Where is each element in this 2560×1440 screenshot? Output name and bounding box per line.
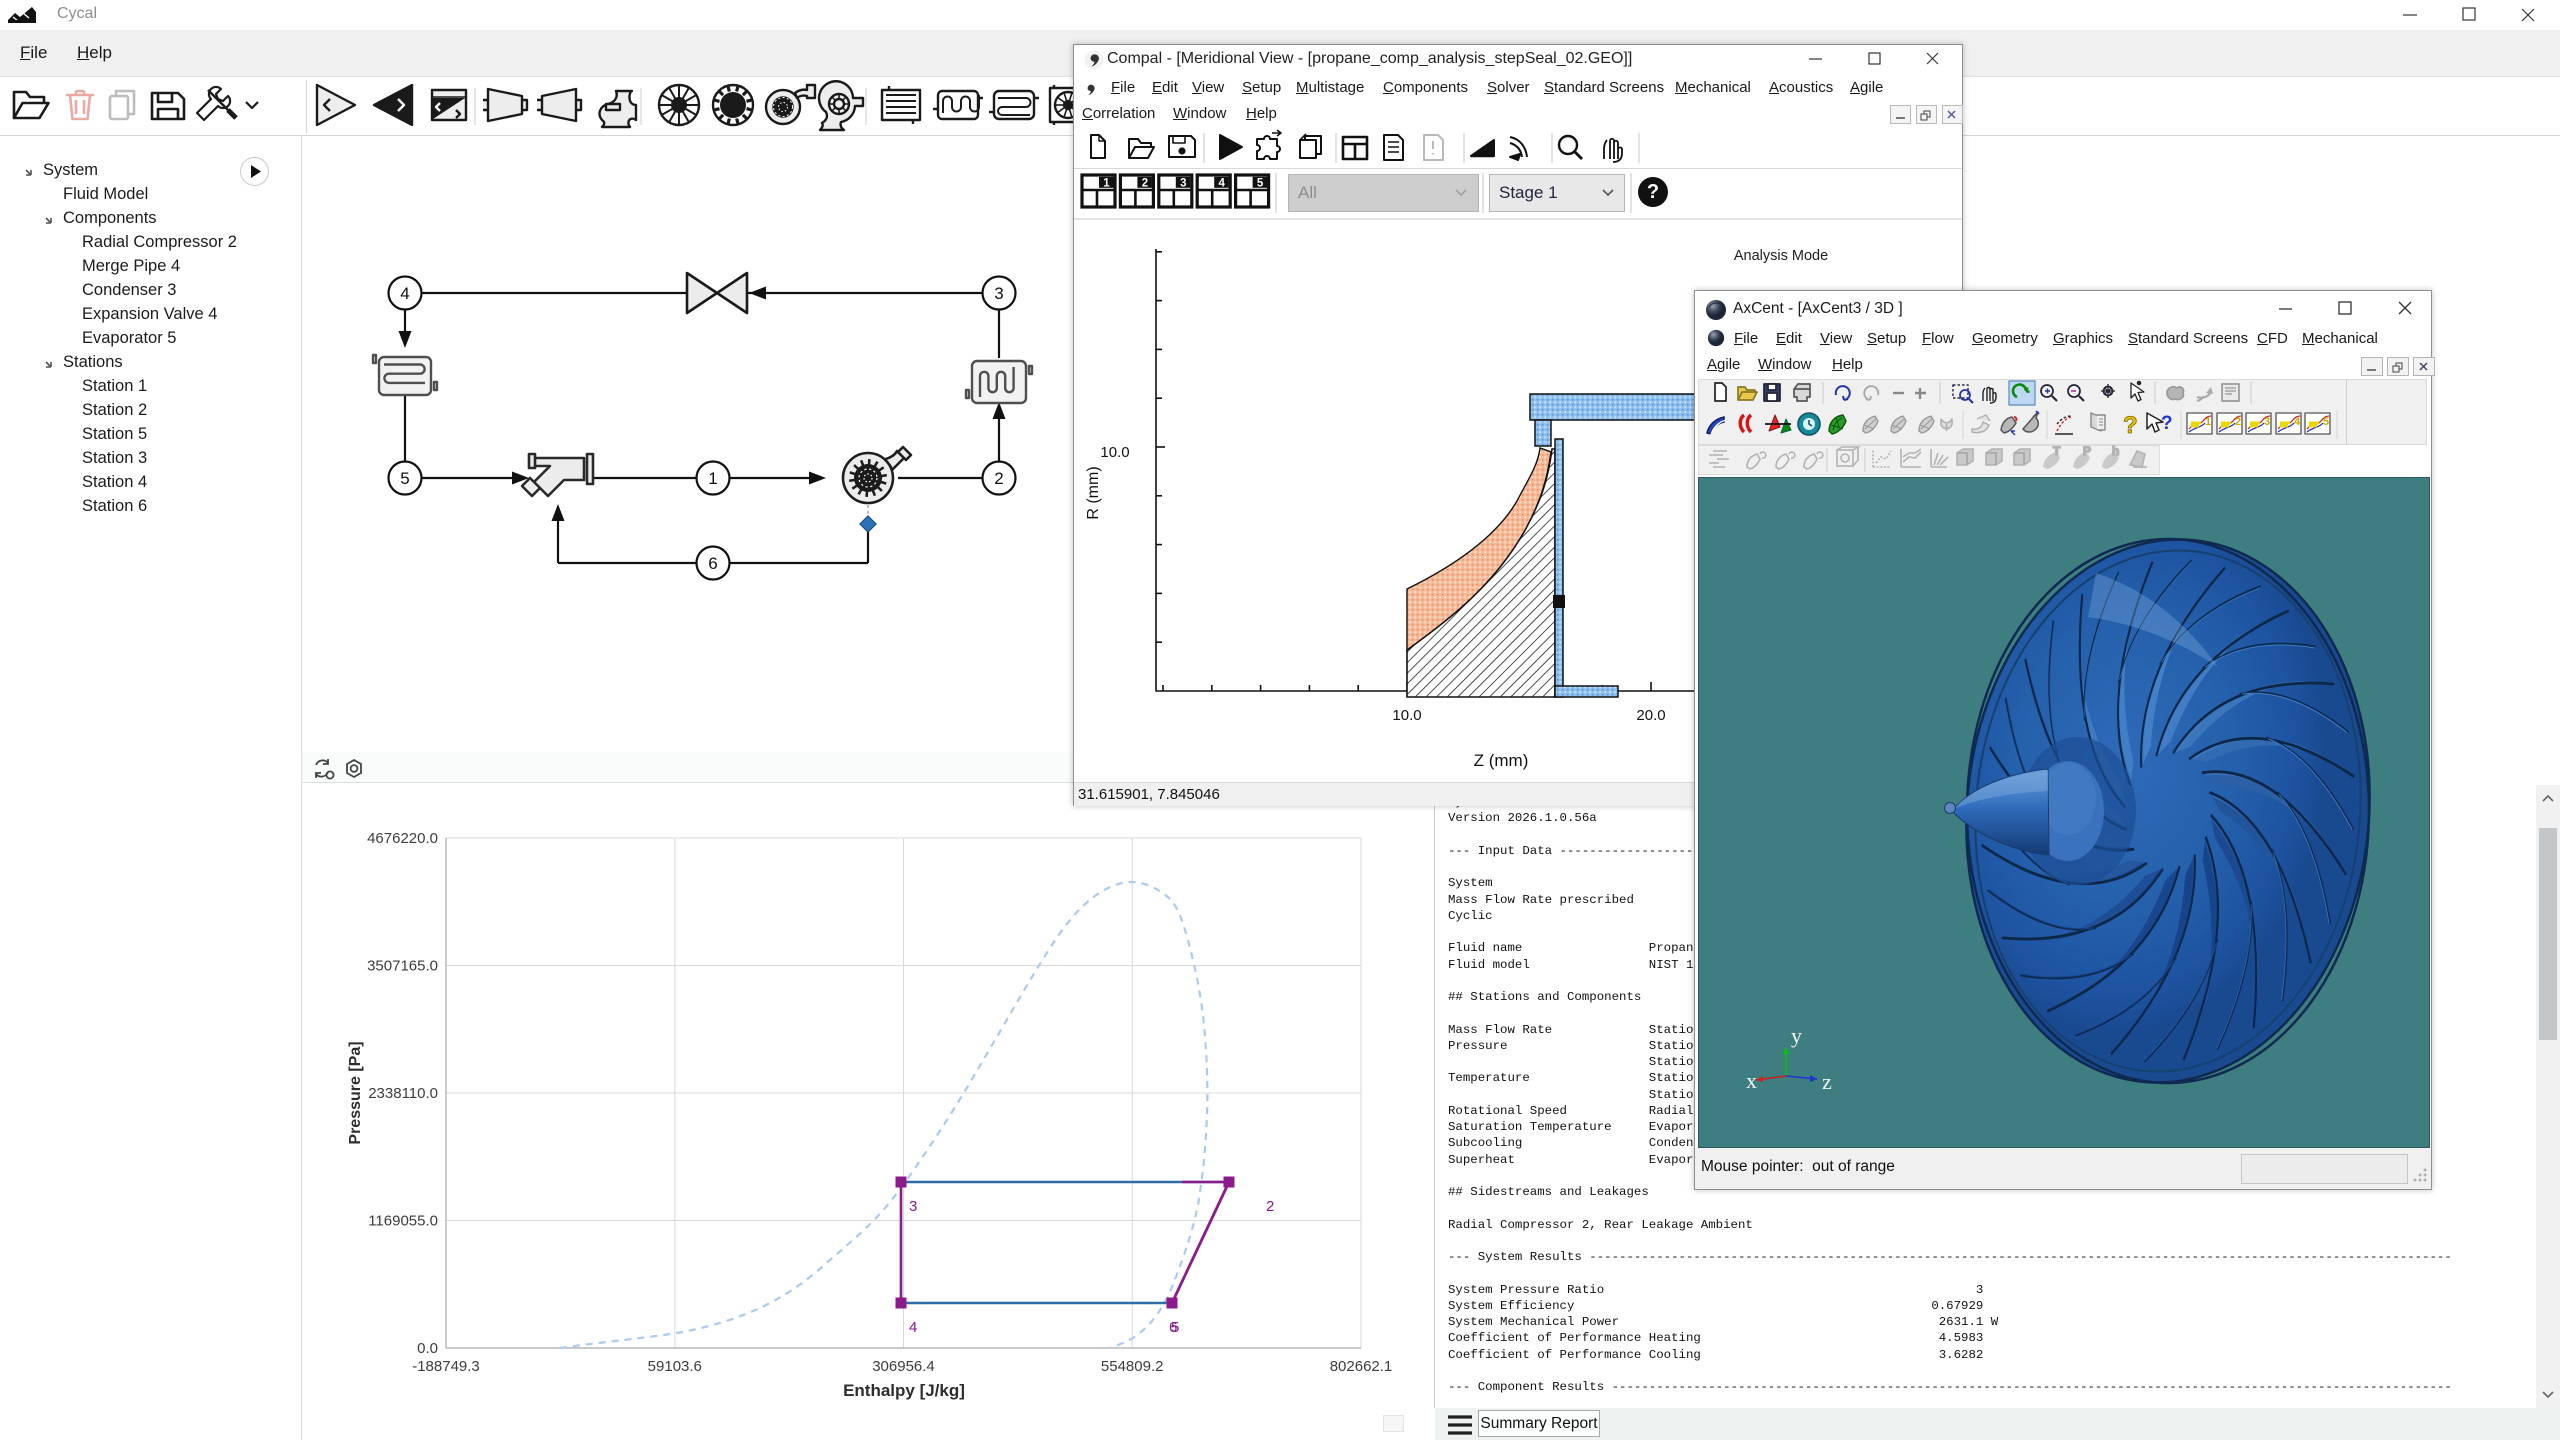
svg-text:2: 2 bbox=[2235, 416, 2241, 428]
svg-text:-188749.3: -188749.3 bbox=[412, 1358, 480, 1375]
svg-text:4: 4 bbox=[1218, 178, 1225, 190]
svg-text:4: 4 bbox=[400, 284, 409, 303]
svg-text:2: 2 bbox=[1142, 178, 1148, 190]
svg-text:h: h bbox=[2112, 445, 2119, 458]
svg-text:5: 5 bbox=[2323, 416, 2329, 428]
svg-text:554809.2: 554809.2 bbox=[1101, 1358, 1164, 1375]
svg-text:802662.1: 802662.1 bbox=[1330, 1358, 1393, 1375]
svg-text:1: 1 bbox=[2205, 416, 2211, 428]
svg-text:P: P bbox=[2083, 445, 2091, 458]
svg-text:3: 3 bbox=[909, 1198, 917, 1215]
svg-text:1: 1 bbox=[708, 469, 717, 488]
svg-text:5: 5 bbox=[1171, 1319, 1179, 1336]
svg-text:0.0: 0.0 bbox=[417, 1340, 438, 1357]
svg-text:10.0: 10.0 bbox=[1100, 444, 1129, 461]
svg-text:2: 2 bbox=[1266, 1198, 1274, 1215]
svg-text:59103.6: 59103.6 bbox=[648, 1358, 702, 1375]
svg-text:5: 5 bbox=[400, 469, 409, 488]
svg-text:2: 2 bbox=[994, 469, 1003, 488]
svg-text:Enthalpy [J/kg]: Enthalpy [J/kg] bbox=[843, 1381, 965, 1400]
svg-text:1169055.0: 1169055.0 bbox=[368, 1213, 438, 1230]
svg-text:y: y bbox=[1791, 1023, 1802, 1048]
svg-text:306956.4: 306956.4 bbox=[872, 1358, 935, 1375]
svg-text:?: ? bbox=[2123, 412, 2138, 439]
svg-text:3: 3 bbox=[2264, 416, 2270, 428]
svg-text:10.0: 10.0 bbox=[1392, 707, 1421, 724]
svg-text:3507165.0: 3507165.0 bbox=[367, 958, 438, 975]
svg-text:4: 4 bbox=[909, 1319, 917, 1336]
svg-text:4: 4 bbox=[2294, 416, 2301, 428]
svg-text:3: 3 bbox=[1180, 178, 1186, 190]
svg-text:5: 5 bbox=[1257, 178, 1264, 190]
svg-text:6: 6 bbox=[708, 554, 717, 573]
svg-text:z: z bbox=[1822, 1069, 1832, 1094]
svg-text:T: T bbox=[2053, 445, 2061, 458]
svg-text:4676220.0: 4676220.0 bbox=[367, 830, 438, 847]
svg-text:Analysis Mode: Analysis Mode bbox=[1734, 248, 1828, 264]
svg-text:3: 3 bbox=[994, 284, 1003, 303]
svg-text:x: x bbox=[1746, 1068, 1757, 1093]
svg-text:Pressure [Pa]: Pressure [Pa] bbox=[347, 1041, 364, 1144]
svg-text:R (mm): R (mm) bbox=[1085, 466, 1102, 519]
svg-text:1: 1 bbox=[1103, 178, 1110, 190]
svg-text:Z (mm): Z (mm) bbox=[1474, 751, 1529, 770]
svg-text:20.0: 20.0 bbox=[1636, 707, 1665, 724]
svg-text:?: ? bbox=[2161, 413, 2173, 434]
svg-text:2338110.0: 2338110.0 bbox=[368, 1085, 438, 1102]
